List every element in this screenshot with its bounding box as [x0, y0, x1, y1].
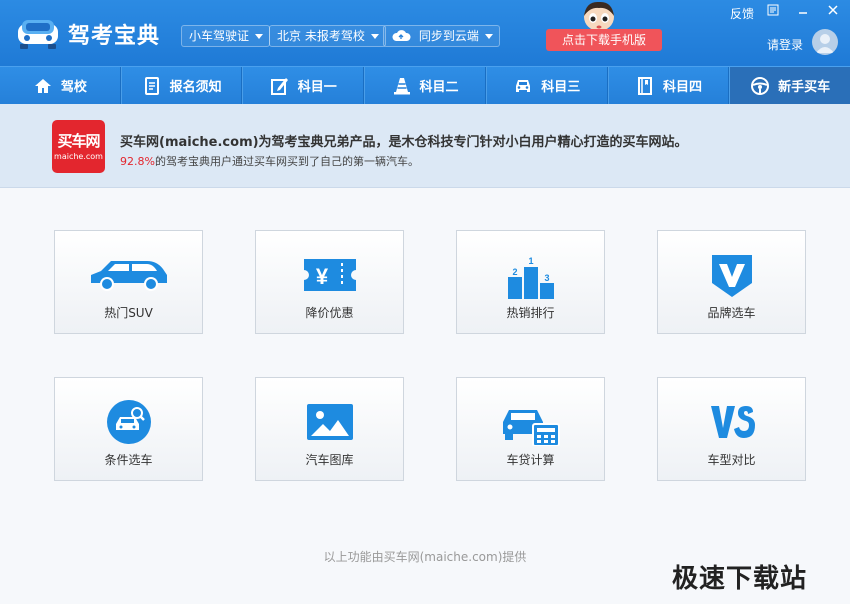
tab-label: 新手买车 — [778, 80, 831, 95]
suv-icon — [90, 261, 167, 291]
feature-card-best-sellers[interactable]: 2 1 3 热销排行 — [456, 230, 605, 334]
book-icon — [637, 76, 652, 95]
vs-icon — [710, 406, 755, 438]
feature-card-brand[interactable]: 品牌选车 — [657, 230, 806, 334]
picture-icon — [306, 404, 353, 440]
tab-label: 科目四 — [662, 80, 702, 95]
main-nav: 驾校 报名须知 科目一 科目二 科目三 科目四 新手买车 — [0, 66, 850, 104]
svg-text:1: 1 — [528, 256, 533, 266]
car-search-icon — [106, 400, 151, 444]
maiche-logo-sub: maiche.com — [54, 152, 103, 161]
tab-driving-school[interactable]: 驾校 — [0, 67, 121, 104]
chevron-down-icon — [370, 34, 379, 39]
banner-subline-text: 的驾考宝典用户通过买车网买到了自己的第一辆汽车。 — [154, 155, 419, 168]
home-icon — [34, 78, 51, 93]
user-icon — [816, 34, 834, 53]
sync-label: 同步到云端 — [418, 29, 479, 43]
feature-card-compare[interactable]: 车型对比 — [657, 377, 806, 481]
vehicle-type-select[interactable]: 小车驾驶证 — [181, 25, 271, 47]
brand-shield-icon — [711, 255, 752, 297]
feature-label: 降价优惠 — [305, 306, 354, 320]
login-link[interactable]: 请登录 — [767, 36, 803, 53]
tab-label: 报名须知 — [169, 80, 222, 95]
chevron-down-icon — [255, 34, 264, 39]
banner-percentage: 92.8% — [120, 155, 155, 168]
document-icon — [144, 76, 159, 95]
tab-label: 科目二 — [419, 80, 459, 95]
pencil-icon — [270, 77, 288, 95]
svg-text:¥: ¥ — [315, 264, 328, 289]
avatar[interactable] — [812, 29, 838, 55]
tab-subject-three[interactable]: 科目三 — [485, 67, 608, 104]
feature-label: 品牌选车 — [707, 306, 756, 320]
feature-label: 热门SUV — [104, 306, 153, 320]
tab-label: 科目三 — [541, 80, 581, 95]
minimize-icon[interactable] — [796, 4, 810, 18]
svg-text:3: 3 — [544, 273, 549, 283]
feature-label: 汽车图库 — [305, 453, 354, 467]
app-logo-icon — [18, 20, 58, 49]
download-mobile-button[interactable]: 点击下载手机版 — [546, 29, 662, 51]
close-icon[interactable] — [826, 4, 840, 18]
feature-card-loan-calculator[interactable]: 车贷计算 — [456, 377, 605, 481]
coupon-icon: ¥ — [303, 259, 356, 291]
feature-label: 热销排行 — [506, 306, 555, 320]
feature-card-conditional-search[interactable]: 条件选车 — [54, 377, 203, 481]
feature-label: 车型对比 — [707, 453, 756, 467]
tab-label: 科目一 — [297, 80, 337, 95]
maiche-logo-text: 买车网 — [57, 132, 100, 150]
menu-icon[interactable] — [766, 4, 780, 18]
car-front-icon — [516, 79, 531, 92]
cloud-icon — [392, 30, 411, 41]
feature-card-gallery[interactable]: 汽车图库 — [255, 377, 404, 481]
region-label: 北京 未报考驾校 — [277, 29, 365, 43]
feature-card-hot-suv[interactable]: 热门SUV — [54, 230, 203, 334]
traffic-cone-icon — [393, 77, 410, 94]
tab-subject-two[interactable]: 科目二 — [364, 67, 486, 104]
tab-new-car-buying[interactable]: 新手买车 — [729, 67, 850, 104]
maiche-banner: 买车网 maiche.com 买车网(maiche.com)为驾考宝典兄弟产品，… — [0, 104, 850, 188]
tab-label: 驾校 — [60, 80, 87, 95]
tab-registration[interactable]: 报名须知 — [120, 67, 243, 104]
banner-headline: 买车网(maiche.com)为驾考宝典兄弟产品，是木仓科技专门针对小白用户精心… — [120, 135, 688, 150]
feature-label: 条件选车 — [104, 453, 153, 467]
feedback-link[interactable]: 反馈 — [730, 5, 754, 22]
vehicle-type-label: 小车驾驶证 — [189, 29, 250, 43]
tab-subject-four[interactable]: 科目四 — [607, 67, 730, 104]
app-title: 驾考宝典 — [68, 24, 161, 49]
region-select[interactable]: 北京 未报考驾校 — [269, 25, 386, 47]
title-bar: 驾考宝典 小车驾驶证 北京 未报考驾校 同步到云端 点击下载手机版 反馈 请登录 — [0, 0, 850, 66]
steering-wheel-icon — [751, 76, 770, 95]
car-calculator-icon — [502, 410, 560, 446]
podium-icon: 2 1 3 — [507, 256, 554, 299]
watermark: 极速下载站 — [672, 564, 808, 594]
banner-subline: 92.8%的驾考宝典用户通过买车网买到了自己的第一辆汽车。 — [120, 153, 419, 169]
maiche-logo[interactable]: 买车网 maiche.com — [52, 120, 105, 173]
tab-subject-one[interactable]: 科目一 — [242, 67, 365, 104]
feature-card-discount[interactable]: ¥ 降价优惠 — [255, 230, 404, 334]
mascot-icon — [584, 1, 614, 31]
svg-text:2: 2 — [512, 267, 517, 277]
sync-cloud-button[interactable]: 同步到云端 — [383, 25, 500, 47]
feature-label: 车贷计算 — [506, 453, 555, 467]
chevron-down-icon — [484, 34, 493, 39]
